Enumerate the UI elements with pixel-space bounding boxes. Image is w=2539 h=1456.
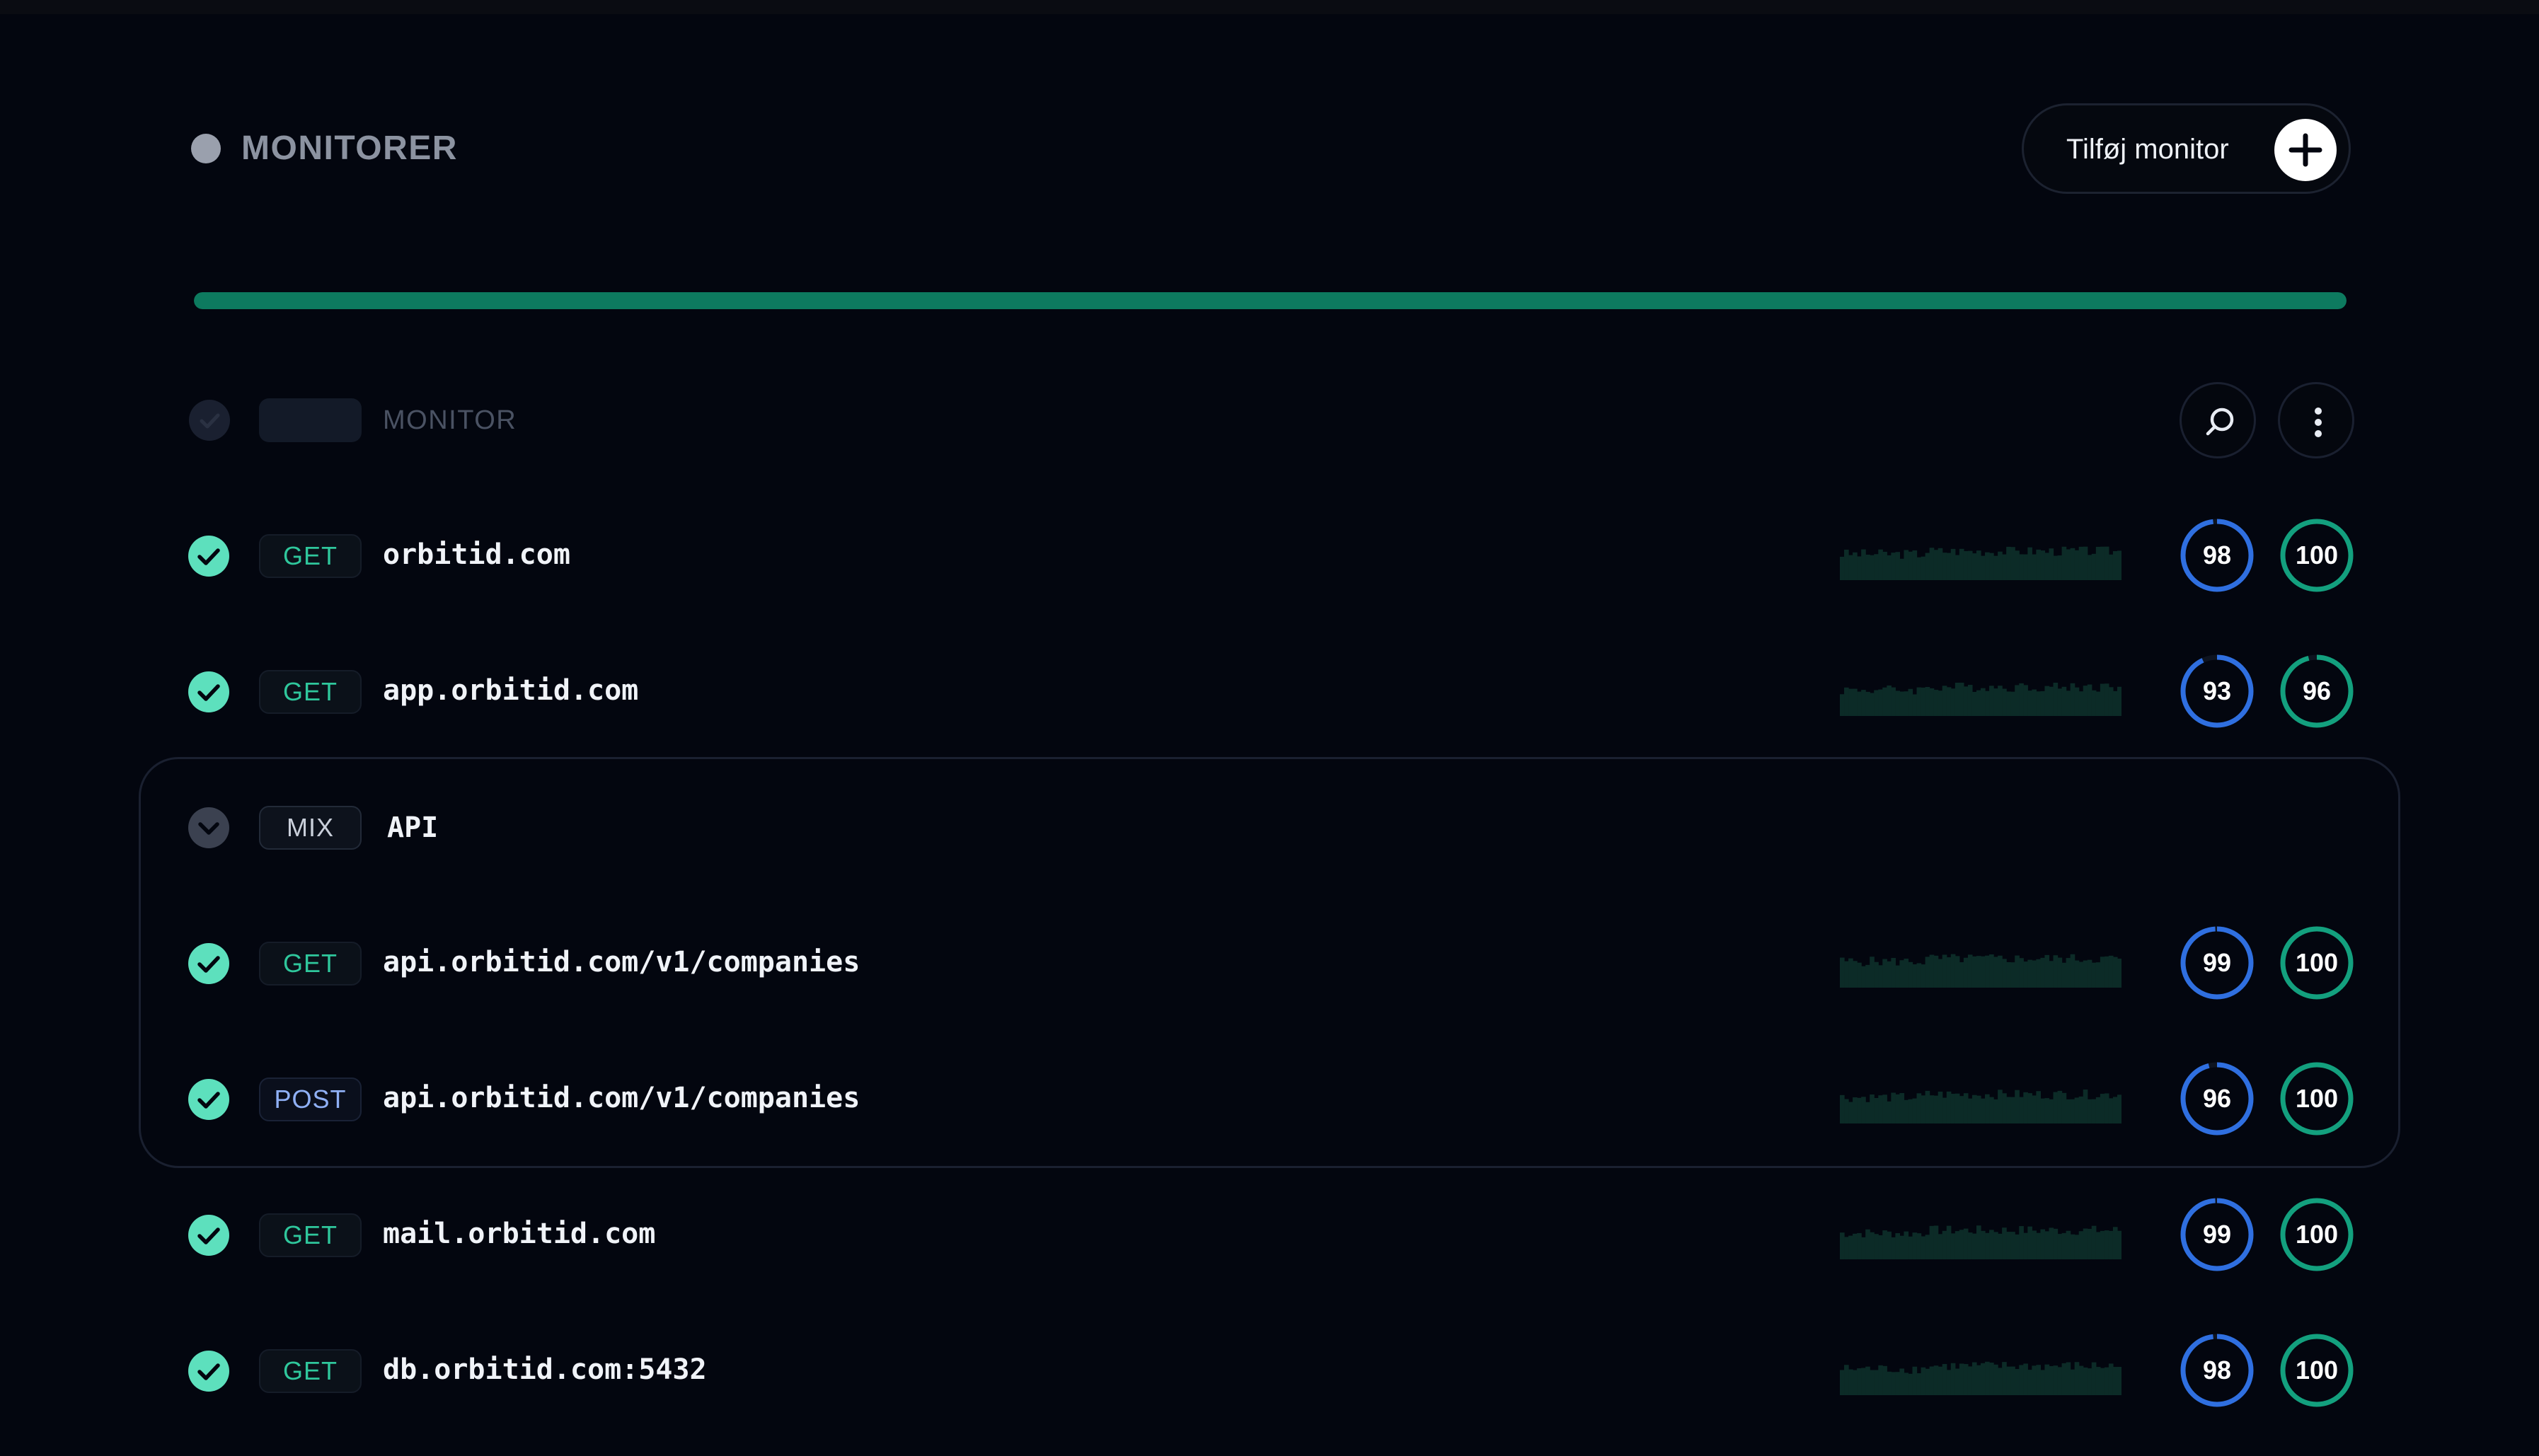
more-vertical-icon — [2315, 408, 2322, 437]
response-time-sparkline — [1840, 546, 2121, 580]
select-all-checkbox[interactable] — [189, 400, 230, 441]
plus-icon — [2274, 119, 2337, 181]
method-badge: GET — [259, 670, 362, 714]
method-badge: GET — [259, 942, 362, 986]
monitors-page: MONITORER Tilføj monitor MONITOR GET orb… — [0, 0, 2539, 1456]
more-options-button[interactable] — [2278, 382, 2354, 458]
score-gauge-blue-value: 99 — [2202, 948, 2232, 977]
monitor-url[interactable]: app.orbitid.com — [383, 672, 638, 709]
search-icon — [2206, 408, 2234, 436]
score-gauge-blue-value: 98 — [2202, 1356, 2232, 1385]
score-gauge-green: 100 — [2278, 924, 2356, 1002]
response-time-sparkline — [1840, 954, 2121, 988]
monitor-url[interactable]: db.orbitid.com:5432 — [383, 1351, 707, 1388]
monitor-url[interactable]: orbitid.com — [383, 536, 570, 573]
score-gauge-green-value: 100 — [2295, 1220, 2339, 1249]
monitor-column-header: MONITOR — [383, 405, 517, 435]
monitor-url[interactable]: api.orbitid.com/v1/companies — [383, 1080, 860, 1116]
score-gauge-blue-value: 99 — [2202, 1220, 2232, 1249]
chevron-down-icon[interactable] — [188, 807, 230, 849]
method-badge: POST — [259, 1077, 362, 1121]
status-up-icon — [188, 1078, 230, 1121]
group-header-row[interactable]: MIX API — [0, 788, 2539, 866]
status-up-icon — [188, 942, 230, 985]
score-gauge-green-value: 100 — [2295, 948, 2339, 977]
score-gauge-blue-value: 93 — [2202, 676, 2232, 705]
score-gauge-green: 100 — [2278, 1196, 2356, 1273]
score-gauge-blue: 93 — [2178, 652, 2256, 730]
add-monitor-button[interactable]: Tilføj monitor — [2022, 103, 2351, 194]
response-time-sparkline — [1840, 1225, 2121, 1259]
score-gauge-green-value: 100 — [2295, 1084, 2339, 1113]
monitor-url[interactable]: mail.orbitid.com — [383, 1215, 655, 1252]
score-gauge-blue: 98 — [2178, 1331, 2256, 1409]
group-name[interactable]: API — [387, 809, 438, 846]
overall-uptime-fill — [194, 292, 2347, 309]
monitor-row[interactable]: GET mail.orbitid.com 99 100 — [0, 1196, 2539, 1273]
window-top-strip — [0, 0, 2539, 14]
monitor-row[interactable]: GET db.orbitid.com:5432 98 100 — [0, 1331, 2539, 1409]
score-gauge-green-value: 100 — [2295, 1356, 2339, 1385]
score-gauge-blue-value: 98 — [2202, 541, 2232, 570]
response-time-sparkline — [1840, 682, 2121, 716]
score-gauge-blue: 99 — [2178, 1196, 2256, 1273]
monitor-url[interactable]: api.orbitid.com/v1/companies — [383, 944, 860, 981]
score-gauge-green: 100 — [2278, 516, 2356, 594]
method-badge: GET — [259, 1349, 362, 1393]
status-up-icon — [188, 1214, 230, 1256]
score-gauge-blue-value: 96 — [2202, 1084, 2232, 1113]
score-gauge-green: 96 — [2278, 652, 2356, 730]
add-monitor-label: Tilføj monitor — [2066, 134, 2229, 165]
monitor-row[interactable]: GET api.orbitid.com/v1/companies 99 100 — [0, 924, 2539, 1002]
status-up-icon — [188, 1350, 230, 1392]
method-badge: MIX — [259, 806, 362, 850]
monitor-row[interactable]: GET orbitid.com 98 100 — [0, 516, 2539, 594]
overall-uptime-bar — [194, 292, 2347, 309]
method-badge: GET — [259, 534, 362, 578]
response-time-sparkline — [1840, 1361, 2121, 1395]
score-gauge-green: 100 — [2278, 1060, 2356, 1138]
score-gauge-blue: 98 — [2178, 516, 2256, 594]
score-gauge-green-value: 100 — [2295, 541, 2339, 570]
search-button[interactable] — [2180, 382, 2256, 458]
page-title: MONITORER — [241, 129, 458, 167]
monitor-row[interactable]: POST api.orbitid.com/v1/companies 96 100 — [0, 1060, 2539, 1138]
score-gauge-blue: 96 — [2178, 1060, 2256, 1138]
score-gauge-blue: 99 — [2178, 924, 2256, 1002]
status-dot-icon — [191, 134, 221, 163]
score-gauge-green-value: 96 — [2302, 676, 2332, 705]
response-time-sparkline — [1840, 1090, 2121, 1123]
score-gauge-green: 100 — [2278, 1331, 2356, 1409]
status-up-icon — [188, 671, 230, 713]
method-badge: GET — [259, 1213, 362, 1257]
status-up-icon — [188, 535, 230, 577]
method-column-placeholder — [259, 398, 362, 442]
monitor-row[interactable]: GET app.orbitid.com 93 96 — [0, 652, 2539, 730]
